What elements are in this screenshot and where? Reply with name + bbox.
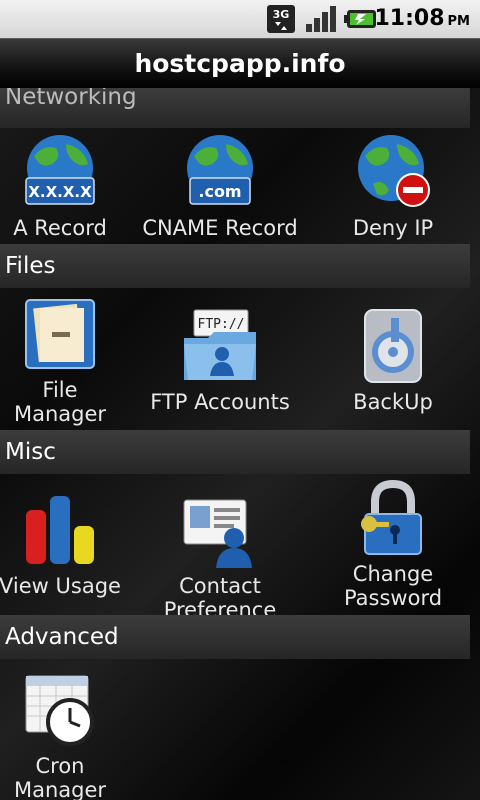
cname-record-button[interactable]: .com CNAME Record <box>140 134 300 240</box>
svg-text:.com: .com <box>198 182 241 201</box>
view-usage-label: View Usage <box>0 574 121 598</box>
section-header-misc: Misc <box>0 430 470 474</box>
section-title: Advanced <box>5 624 119 650</box>
ftp-accounts-label: FTP Accounts <box>150 390 290 414</box>
contact-preference-button[interactable]: Contact Preference <box>140 492 300 622</box>
change-password-label-line2: Password <box>343 586 443 610</box>
cname-record-label: CNAME Record <box>142 216 298 240</box>
clock-ampm: PM <box>447 14 470 29</box>
a-record-label: A Record <box>13 216 107 240</box>
section-title: Networking <box>5 88 137 110</box>
bar-chart-icon <box>26 496 94 564</box>
deny-ip-button[interactable]: Deny IP <box>313 134 473 240</box>
svg-text:FTP://: FTP:// <box>198 317 245 332</box>
cron-manager-label-line1: Cron <box>35 754 85 778</box>
app-title: hostcpapp.info <box>0 38 480 89</box>
backup-button[interactable]: BackUp <box>313 308 473 414</box>
section-title: Files <box>5 253 56 279</box>
status-bar: 3G 11:08 PM <box>0 0 480 38</box>
view-usage-button[interactable]: View Usage <box>0 492 140 598</box>
menu-grid[interactable]: Networking X.X.X.X A Record .com CNAME R… <box>0 88 480 800</box>
deny-ip-label: Deny IP <box>352 216 434 240</box>
section-title: Misc <box>5 439 56 465</box>
ftp-folder-icon: FTP:// <box>184 309 256 380</box>
change-password-label-line1: Change <box>352 562 434 586</box>
svg-text:3G: 3G <box>273 8 290 21</box>
backup-icon <box>364 309 422 383</box>
3g-network-icon: 3G <box>267 5 295 33</box>
section-header-networking: Networking <box>0 88 470 128</box>
signal-strength-icon <box>306 6 336 32</box>
battery-charging-icon <box>344 10 376 28</box>
file-manager-button[interactable]: File Manager <box>0 296 140 426</box>
clock-time: 11:08 <box>374 6 445 31</box>
cron-manager-button[interactable]: Cron Manager <box>0 672 140 800</box>
svg-text:X.X.X.X: X.X.X.X <box>28 183 92 201</box>
file-manager-icon <box>25 299 95 369</box>
section-header-advanced: Advanced <box>0 615 470 659</box>
globe-deny-icon <box>358 135 430 207</box>
cron-manager-label-line2: Manager <box>13 778 107 800</box>
a-record-button[interactable]: X.X.X.X A Record <box>0 134 140 240</box>
calendar-clock-icon <box>25 675 94 746</box>
globe-icon: .com <box>187 135 253 205</box>
globe-icon: X.X.X.X <box>25 135 95 205</box>
file-manager-label-line2: Manager <box>13 402 107 426</box>
file-manager-label-line1: File <box>42 378 78 402</box>
backup-label: BackUp <box>353 390 433 414</box>
change-password-button[interactable]: Change Password <box>313 480 473 610</box>
section-header-files: Files <box>0 244 470 288</box>
contact-card-icon <box>183 499 252 568</box>
clock: 11:08 PM <box>375 6 471 31</box>
padlock-icon <box>361 480 422 555</box>
ftp-accounts-button[interactable]: FTP:// FTP Accounts <box>140 308 300 414</box>
